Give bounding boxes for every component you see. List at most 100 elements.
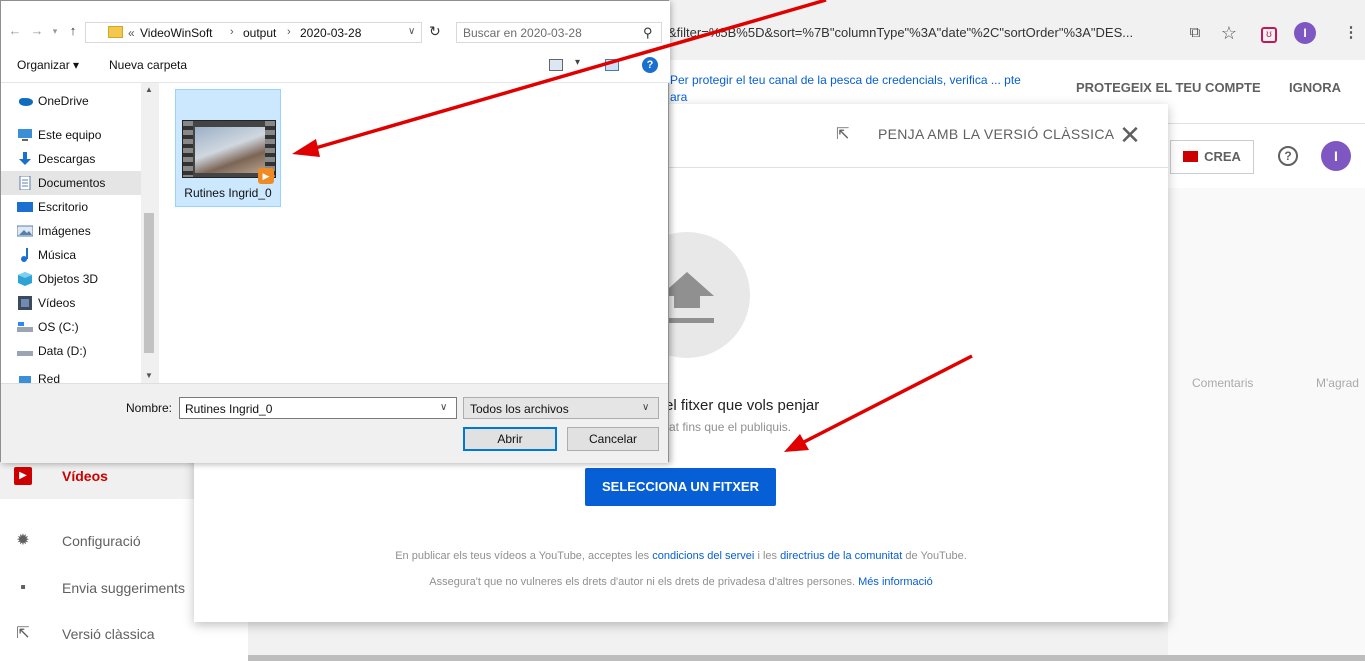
refresh-icon[interactable]: ↻	[429, 23, 441, 40]
forward-arrow-icon[interactable]: →	[29, 23, 45, 39]
bookmark-star-icon[interactable]: ☆	[1218, 22, 1240, 44]
terms-text: de YouTube.	[905, 550, 967, 562]
nav-item-downloads[interactable]: Descargas	[1, 147, 141, 171]
view-options-chevron-icon[interactable]: ▾	[575, 57, 580, 68]
filename-value[interactable]: Rutines Ingrid_0	[185, 402, 272, 416]
nav-item-label: Escritorio	[38, 200, 89, 214]
file-dialog-toolbar: Organizar ▾ Nueva carpeta ▾ ?	[1, 49, 670, 83]
chevron-down-icon[interactable]: ∨	[642, 402, 649, 413]
nav-item-network[interactable]: Red	[1, 367, 141, 383]
nav-item-documents[interactable]: Documentos	[1, 171, 141, 195]
drive-c-icon	[17, 322, 33, 332]
channel-avatar[interactable]: I	[1321, 141, 1351, 171]
3d-objects-icon	[18, 272, 32, 286]
file-name: Rutines Ingrid_0	[184, 186, 272, 200]
create-button[interactable]: CREA	[1170, 140, 1254, 174]
nav-item-label: Data (D:)	[38, 344, 87, 358]
preview-pane-icon[interactable]	[605, 59, 619, 71]
url-text[interactable]: &filter=%5B%5D&sort=%7B"columnType"%3A"d…	[668, 25, 1173, 40]
filename-label: Nombre:	[126, 401, 173, 415]
sidebar-item-label: Configuració	[62, 533, 141, 549]
more-info-link[interactable]: Més informació	[858, 576, 933, 588]
downloads-icon	[19, 152, 31, 165]
file-open-dialog: ← → ▾ ↑ « VideoWinSoft › output › 2020-0…	[0, 0, 670, 463]
onedrive-icon	[19, 98, 33, 106]
ignore-button[interactable]: IGNORA	[1289, 80, 1341, 95]
help-icon[interactable]: ?	[642, 57, 658, 73]
nav-item-videos[interactable]: Vídeos	[1, 291, 141, 315]
sidebar-item-label: Envia suggeriments	[62, 580, 185, 596]
videos-folder-icon	[18, 296, 32, 310]
nav-item-onedrive[interactable]: OneDrive	[1, 89, 141, 113]
breadcrumb-item[interactable]: 2020-03-28	[300, 26, 361, 40]
studio-content	[1168, 188, 1365, 661]
breadcrumb-item[interactable]: output	[243, 26, 276, 40]
browser-menu-icon[interactable]: ⋮	[1340, 22, 1362, 44]
cancel-button[interactable]: Cancelar	[567, 427, 659, 451]
back-arrow-icon[interactable]: ←	[7, 23, 23, 39]
warning-text[interactable]: Per protegir el teu canal de la pesca de…	[670, 72, 1030, 106]
chevron-down-icon[interactable]: ∨	[440, 402, 447, 413]
nav-item-3d-objects[interactable]: Objetos 3D	[1, 267, 141, 291]
search-placeholder: Buscar en 2020-03-28	[463, 26, 582, 40]
folder-search-input[interactable]: Buscar en 2020-03-28 ⚲	[456, 22, 662, 43]
search-icon[interactable]: ⚲	[643, 25, 653, 41]
breadcrumb-item[interactable]: VideoWinSoft	[140, 26, 213, 40]
nav-item-label: Descargas	[38, 152, 96, 166]
copyright-text: Assegura't que no vulneres els drets d'a…	[429, 576, 856, 588]
up-arrow-icon[interactable]: ↑	[65, 23, 81, 39]
change-view-icon[interactable]	[549, 59, 563, 71]
scroll-down-icon[interactable]: ▼	[145, 371, 153, 380]
nav-pane-scrollbar[interactable]: ▲ ▼	[141, 83, 157, 383]
create-label: CREA	[1204, 149, 1241, 164]
classic-upload-icon: ⇱	[836, 126, 850, 143]
music-icon	[21, 248, 28, 262]
browser-address-bar[interactable]: &filter=%5B%5D&sort=%7B"columnType"%3A"d…	[668, 18, 1365, 48]
breadcrumb-separator-icon[interactable]: ›	[230, 26, 234, 38]
nav-item-this-pc[interactable]: Este equipo	[1, 123, 141, 147]
close-icon[interactable]: ✕	[1118, 120, 1142, 150]
filename-input[interactable]: Rutines Ingrid_0 ∨	[179, 397, 457, 419]
nav-item-label: Este equipo	[38, 128, 102, 142]
community-guidelines-link[interactable]: directrius de la comunitat	[780, 550, 902, 562]
folder-address-bar[interactable]: « VideoWinSoft › output › 2020-03-28 ∨	[85, 22, 422, 43]
protect-account-button[interactable]: PROTEGEIX EL TEU COMPTE	[1076, 80, 1261, 95]
breadcrumb-overflow[interactable]: «	[128, 26, 135, 40]
help-icon[interactable]: ?	[1278, 146, 1298, 166]
scrollbar-thumb[interactable]	[144, 213, 154, 353]
scroll-up-icon[interactable]: ▲	[145, 85, 153, 94]
documents-icon	[19, 176, 31, 190]
nav-item-label: Imágenes	[38, 224, 91, 238]
file-item[interactable]: ▶ Rutines Ingrid_0	[175, 89, 281, 207]
column-header-likes[interactable]: M'agrad	[1316, 376, 1359, 390]
navigation-pane: OneDrive Este equipo Descargas Documento…	[1, 83, 157, 383]
horizontal-scrollbar[interactable]	[248, 655, 1365, 661]
open-button[interactable]: Abrir	[463, 427, 557, 451]
breadcrumb-separator-icon[interactable]: ›	[287, 26, 291, 38]
file-type-select[interactable]: Todos los archivos ∨	[463, 397, 659, 419]
drive-d-icon	[17, 351, 33, 356]
terms-of-service-link[interactable]: condicions del servei	[652, 550, 754, 562]
pictures-icon	[17, 225, 33, 237]
select-file-button[interactable]: SELECCIONA UN FITXER	[585, 468, 776, 506]
new-folder-button[interactable]: Nueva carpeta	[109, 58, 187, 72]
extension-icon[interactable]: ʊ	[1258, 22, 1280, 44]
nav-item-label: Documentos	[38, 176, 106, 190]
nav-item-drive-d[interactable]: Data (D:)	[1, 339, 141, 363]
organize-button[interactable]: Organizar ▾	[17, 58, 79, 72]
nav-item-desktop[interactable]: Escritorio	[1, 195, 141, 219]
terms-text: i les	[757, 550, 777, 562]
nav-item-label: Vídeos	[38, 296, 76, 310]
nav-item-music[interactable]: Música	[1, 243, 141, 267]
browser-profile-avatar[interactable]: I	[1294, 22, 1316, 44]
chevron-down-icon[interactable]: ∨	[408, 26, 415, 37]
nav-item-pictures[interactable]: Imágenes	[1, 219, 141, 243]
recent-locations-icon[interactable]: ▾	[47, 23, 63, 39]
translate-icon[interactable]: ⧉	[1184, 22, 1206, 44]
video-camera-icon	[1183, 151, 1199, 162]
nav-item-label: OS (C:)	[38, 320, 79, 334]
column-header-comments[interactable]: Comentaris	[1192, 376, 1253, 390]
nav-item-label: Red	[38, 372, 61, 383]
nav-item-drive-c[interactable]: OS (C:)	[1, 315, 141, 339]
network-icon	[19, 376, 31, 383]
